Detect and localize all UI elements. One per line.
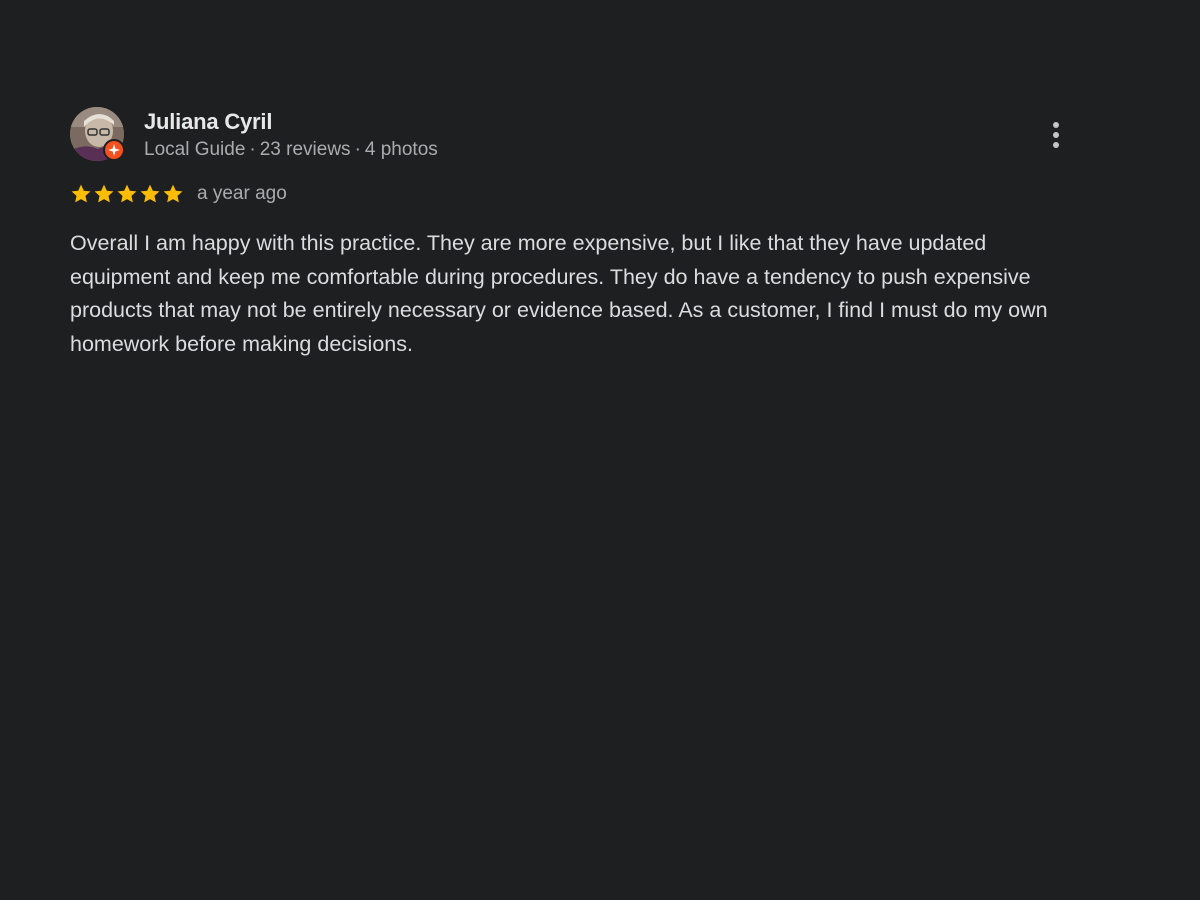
- author-name[interactable]: Juliana Cyril: [144, 108, 438, 136]
- star-icon: [94, 184, 114, 203]
- author-meta: Local Guide · 23 reviews · 4 photos: [144, 137, 438, 163]
- review-card: Juliana Cyril Local Guide · 23 reviews · 4 p…: [70, 107, 1070, 361]
- star-icon: [71, 184, 91, 203]
- author-avatar-wrap[interactable]: [70, 107, 125, 161]
- star-rating: [70, 183, 184, 205]
- meta-separator: ·: [354, 139, 361, 160]
- more-vert-icon-dot: [1053, 132, 1059, 138]
- meta-separator: ·: [249, 139, 256, 160]
- review-header: Juliana Cyril Local Guide · 23 reviews · 4 p…: [70, 107, 1070, 163]
- review-text: Overall I am happy with this practice. T…: [70, 231, 1048, 356]
- author-identity: Juliana Cyril Local Guide · 23 reviews · 4 p…: [144, 107, 438, 163]
- local-guide-label: Local Guide: [144, 139, 246, 160]
- photos-count: 4 photos: [364, 139, 438, 160]
- star-icon: [163, 184, 183, 203]
- review-date: a year ago: [197, 183, 287, 204]
- rating-row: a year ago: [70, 181, 1070, 207]
- star-icon: [117, 184, 137, 203]
- reviews-count: 23 reviews: [259, 139, 351, 160]
- more-vert-icon-dot: [1053, 142, 1059, 148]
- local-guide-badge-icon: [103, 139, 125, 161]
- more-options-button[interactable]: [1042, 117, 1070, 153]
- more-vert-icon: [1053, 122, 1059, 128]
- star-icon: [140, 184, 160, 203]
